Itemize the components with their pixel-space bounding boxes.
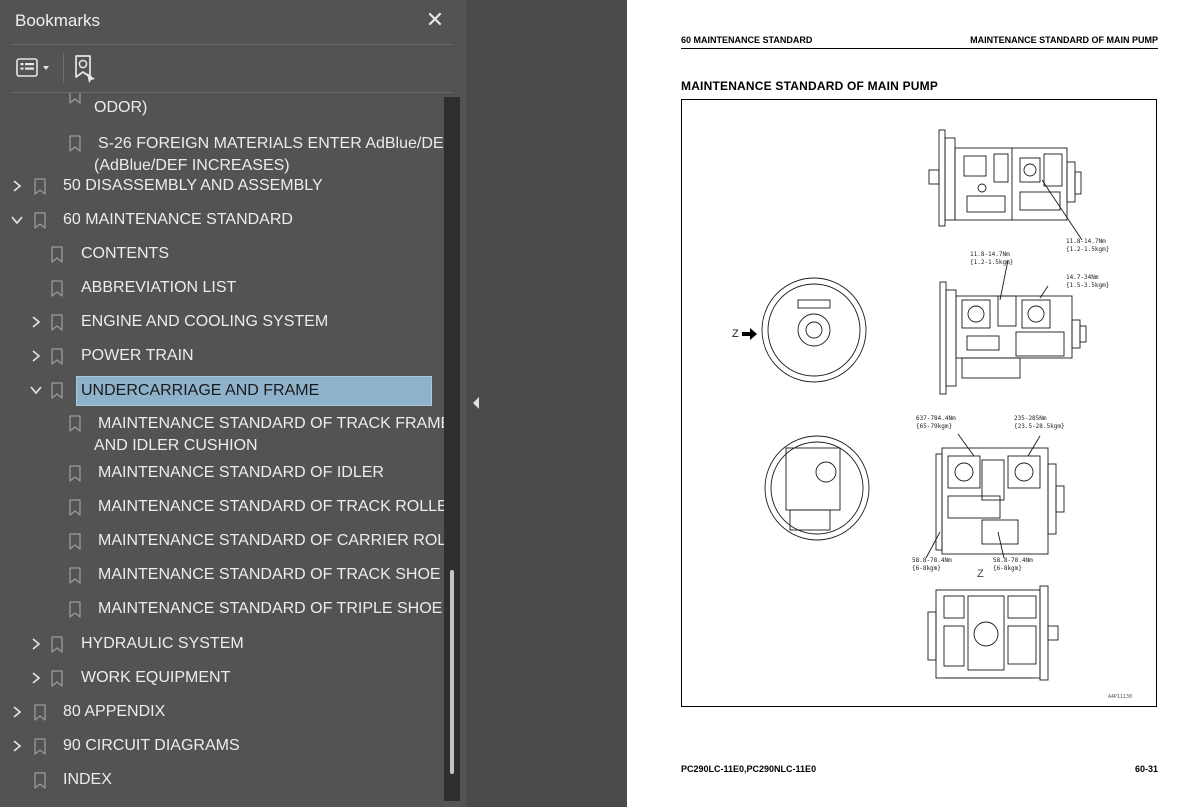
bookmark-icon xyxy=(51,348,63,365)
bookmark-label[interactable]: 90 CIRCUIT DIAGRAMS xyxy=(63,735,240,757)
bookmarks-toolbar xyxy=(0,45,466,91)
page-title: MAINTENANCE STANDARD OF MAIN PUMP xyxy=(681,79,939,93)
bookmark-label[interactable]: MAINTENANCE STANDARD OF TRACK SHOE xyxy=(98,564,441,586)
page-footer-model: PC290LC-11E0,PC290NLC-11E0 xyxy=(681,764,817,774)
bookmark-icon xyxy=(69,533,81,550)
bookmark-icon xyxy=(69,601,81,618)
chevron-down-icon[interactable] xyxy=(10,213,24,227)
page-number: 60-31 xyxy=(1134,764,1158,774)
torque-callout-6a: 58.8-78.4Nm xyxy=(912,557,952,564)
bookmark-label[interactable]: ODOR) xyxy=(94,97,147,119)
panel-title: Bookmarks xyxy=(15,11,101,30)
bookmark-search-icon xyxy=(75,55,95,83)
page-header-section: 60 MAINTENANCE STANDARD xyxy=(681,35,813,45)
bookmark-icon xyxy=(51,636,63,653)
options-menu-button[interactable] xyxy=(15,56,55,80)
bookmark-tree: ODOR) S-26 FOREIGN MATERIALS ENTER AdBlue… xyxy=(0,93,444,807)
bookmark-label-continued[interactable]: (AdBlue/DEF INCREASES) xyxy=(94,155,290,177)
bookmark-label[interactable]: MAINTENANCE STANDARD OF CARRIER ROLLER xyxy=(98,530,444,552)
chevron-right-icon[interactable] xyxy=(10,705,24,719)
torque-callout-1b: {1.2-1.5kgm} xyxy=(1066,246,1110,253)
torque-callout-4a: 637-784.4Nm xyxy=(916,415,956,422)
bookmark-label[interactable]: UNDERCARRIAGE AND FRAME xyxy=(76,376,432,406)
bookmark-icon xyxy=(69,93,81,104)
bookmark-icon xyxy=(69,499,81,516)
bookmark-icon xyxy=(51,280,63,297)
bookmark-label[interactable]: WORK EQUIPMENT xyxy=(81,667,230,689)
bookmark-icon xyxy=(69,415,81,432)
bookmark-label[interactable]: ENGINE AND COOLING SYSTEM xyxy=(81,311,328,333)
bookmark-icon xyxy=(34,178,46,195)
view-z-label: Z xyxy=(977,568,984,580)
view-z-marker: Z xyxy=(732,328,739,340)
torque-callout-3b: {1.5-3.5kgm} xyxy=(1066,282,1110,289)
bookmark-icon xyxy=(34,704,46,721)
figure-id: A4P11130 xyxy=(1108,694,1133,700)
chevron-right-icon[interactable] xyxy=(29,637,43,651)
bookmark-label[interactable]: MAINTENANCE STANDARD OF IDLER xyxy=(98,462,384,484)
torque-callout-3a: 14.7-34Nm xyxy=(1066,274,1099,281)
bookmark-label-continued[interactable]: AND IDLER CUSHION xyxy=(94,435,258,457)
chevron-down-icon[interactable] xyxy=(29,383,43,397)
find-bookmark-button[interactable] xyxy=(72,53,100,83)
bookmark-icon xyxy=(69,135,81,152)
bookmark-label[interactable]: POWER TRAIN xyxy=(81,345,194,367)
list-options-icon xyxy=(16,58,49,77)
chevron-right-icon[interactable] xyxy=(10,739,24,753)
panel-header: Bookmarks ✕ xyxy=(0,0,466,44)
torque-callout-2a: 11.8-14.7Nm xyxy=(970,251,1010,258)
bookmark-label[interactable]: ABBREVIATION LIST xyxy=(81,277,236,299)
torque-callout-1a: 11.8-14.7Nm xyxy=(1066,238,1106,245)
chevron-right-icon[interactable] xyxy=(29,671,43,685)
bookmark-label[interactable]: MAINTENANCE STANDARD OF TRACK ROLLER xyxy=(98,496,444,518)
bookmark-label[interactable]: S-26 FOREIGN MATERIALS ENTER AdBlue/DEF xyxy=(98,133,444,155)
bookmark-icon xyxy=(51,246,63,263)
document-page: 60 MAINTENANCE STANDARD MAINTENANCE STAN… xyxy=(627,0,1200,807)
bookmark-icon xyxy=(51,382,63,399)
torque-callout-7a: 58.8-78.4Nm xyxy=(993,557,1033,564)
chevron-right-icon[interactable] xyxy=(29,349,43,363)
chevron-right-icon[interactable] xyxy=(29,315,43,329)
main-pump-drawing xyxy=(742,129,1087,681)
torque-callout-5a: 235-285Nm xyxy=(1014,415,1047,422)
bookmark-icon xyxy=(34,212,46,229)
bookmarks-panel: Bookmarks ✕ ODOR) S-26 FOREIGN MATERIALS … xyxy=(0,0,466,807)
scrollbar-thumb[interactable] xyxy=(450,570,454,774)
bookmark-label[interactable]: CONTENTS xyxy=(81,243,169,265)
bookmark-label[interactable]: 60 MAINTENANCE STANDARD xyxy=(63,209,293,231)
torque-callout-5b: {23.5-28.5kgm} xyxy=(1014,423,1065,430)
bookmark-icon xyxy=(34,738,46,755)
triangle-left-icon xyxy=(473,397,479,409)
collapse-panel-button[interactable] xyxy=(471,396,481,410)
bookmark-label[interactable]: INDEX xyxy=(63,769,112,791)
toolbar-separator xyxy=(63,53,64,83)
torque-callout-2b: {1.2-1.5kgm} xyxy=(970,259,1014,266)
page-header-topic: MAINTENANCE STANDARD OF MAIN PUMP xyxy=(970,35,1158,45)
bookmark-label[interactable]: MAINTENANCE STANDARD OF TRACK FRAME xyxy=(98,413,444,435)
torque-callout-7b: {6-8kgm} xyxy=(993,565,1022,572)
main-pump-figure: 11.8-14.7Nm {1.2-1.5kgm} 11.8-14.7Nm {1.… xyxy=(681,99,1157,707)
bookmark-icon xyxy=(34,772,46,789)
torque-callout-4b: {65-79kgm} xyxy=(916,423,953,430)
bookmark-label[interactable]: 50 DISASSEMBLY AND ASSEMBLY xyxy=(63,175,323,197)
bookmark-label[interactable]: MAINTENANCE STANDARD OF TRIPLE SHOE xyxy=(98,598,442,620)
bookmark-icon xyxy=(69,465,81,482)
header-rule xyxy=(681,48,1158,49)
close-panel-button[interactable]: ✕ xyxy=(424,8,446,32)
bookmark-icon xyxy=(51,314,63,331)
bookmark-label[interactable]: 80 APPENDIX xyxy=(63,701,165,723)
chevron-right-icon[interactable] xyxy=(10,179,24,193)
bookmark-icon xyxy=(51,670,63,687)
bookmark-icon xyxy=(69,567,81,584)
torque-callout-6b: {6-8kgm} xyxy=(912,565,941,572)
bookmark-label[interactable]: HYDRAULIC SYSTEM xyxy=(81,633,244,655)
